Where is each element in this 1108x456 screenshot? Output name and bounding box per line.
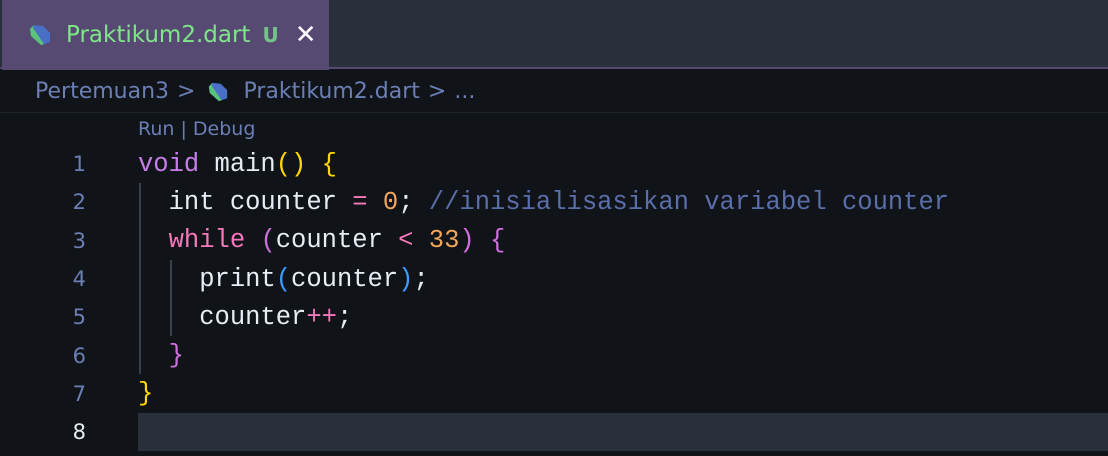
line-number: 1 bbox=[72, 152, 86, 177]
dart-file-icon bbox=[209, 82, 228, 101]
code-line[interactable]: 2 int counter = 0; //inisialisasikan var… bbox=[0, 183, 1108, 221]
line-number: 5 bbox=[72, 305, 86, 330]
code-token: } bbox=[168, 341, 184, 371]
code-token: } bbox=[138, 379, 154, 409]
dart-file-icon bbox=[30, 25, 50, 45]
code-token: ; bbox=[336, 302, 353, 332]
code-line[interactable]: 5 counter++; bbox=[0, 298, 1108, 336]
breadcrumb-folder[interactable]: Pertemuan3 bbox=[35, 79, 169, 104]
untracked-badge: U bbox=[262, 23, 279, 47]
code-token: counter bbox=[138, 302, 307, 332]
code-token: { bbox=[490, 226, 506, 256]
tab-bar: Praktikum2.dart U ✕ bbox=[0, 0, 1108, 70]
code-token: ; bbox=[413, 264, 429, 294]
line-number: 4 bbox=[72, 267, 86, 292]
code-editor[interactable]: 1 void main() {2 int counter = 0; //inisi… bbox=[0, 145, 1108, 452]
line-number: 7 bbox=[72, 381, 86, 406]
codelens: Run | Debug bbox=[138, 118, 255, 140]
tab-title: Praktikum2.dart bbox=[66, 22, 251, 48]
line-number: 8 bbox=[0, 420, 138, 445]
code-line[interactable]: 7} bbox=[0, 375, 1108, 413]
code-text: int counter = 0; //inisialisasikan varia… bbox=[138, 187, 950, 217]
code-text: print(counter); bbox=[138, 265, 429, 294]
chevron-right-icon: > bbox=[177, 79, 196, 104]
code-token: 33 bbox=[428, 226, 460, 256]
line-number: 6 bbox=[72, 343, 86, 368]
code-token: while bbox=[168, 226, 246, 256]
run-link[interactable]: Run bbox=[138, 118, 174, 140]
code-token: () bbox=[275, 149, 307, 179]
code-token: ( bbox=[260, 226, 276, 256]
breadcrumb-more[interactable]: ... bbox=[454, 79, 475, 104]
code-token: ) bbox=[398, 264, 414, 294]
code-token: main bbox=[199, 149, 276, 179]
breadcrumb-file[interactable]: Praktikum2.dart bbox=[243, 79, 419, 104]
code-token: { bbox=[321, 149, 337, 179]
code-text: } bbox=[138, 379, 153, 408]
line-number: 2 bbox=[72, 190, 86, 215]
code-line[interactable]: 6 } bbox=[0, 336, 1108, 374]
code-token: = bbox=[352, 187, 368, 217]
debug-link[interactable]: Debug bbox=[193, 118, 255, 140]
line-number: 3 bbox=[72, 228, 86, 253]
code-token: 0 bbox=[382, 187, 399, 217]
code-token: < bbox=[398, 226, 414, 256]
codelens-separator: | bbox=[174, 118, 193, 140]
code-line[interactable]: 1 void main() { bbox=[0, 145, 1108, 183]
code-token: counter bbox=[275, 226, 399, 256]
code-line[interactable]: 8 bbox=[0, 413, 1108, 452]
close-icon[interactable]: ✕ bbox=[295, 20, 317, 50]
breadcrumb: Pertemuan3 > Praktikum2.dart > ... bbox=[0, 71, 1108, 113]
code-token: print bbox=[138, 264, 276, 294]
code-token: counter bbox=[291, 264, 399, 294]
code-text: } bbox=[138, 341, 184, 370]
code-token: int counter bbox=[138, 187, 353, 217]
code-text: while (counter < 33) { bbox=[138, 226, 506, 256]
code-token: void bbox=[138, 149, 200, 179]
chevron-right-icon: > bbox=[427, 79, 447, 104]
code-token: ) bbox=[459, 226, 475, 256]
code-token: ; bbox=[398, 187, 429, 217]
tab-praktikum2[interactable]: Praktikum2.dart U ✕ bbox=[2, 0, 329, 70]
code-token: ++ bbox=[306, 302, 337, 332]
code-line[interactable]: 4 print(counter); bbox=[0, 260, 1108, 298]
code-token: //inisialisasikan variabel counter bbox=[428, 187, 950, 217]
code-token: ( bbox=[275, 264, 292, 294]
code-line[interactable]: 3 while (counter < 33) { bbox=[0, 222, 1108, 260]
code-text: counter++; bbox=[138, 303, 352, 332]
code-text: void main() { bbox=[138, 150, 337, 179]
